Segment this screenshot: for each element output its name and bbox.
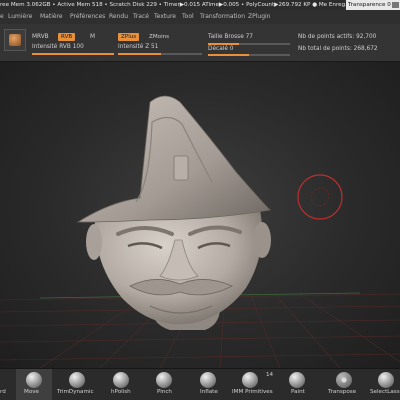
menu-item-preferences[interactable]: Préférences (70, 10, 105, 24)
pinch-brush-icon (156, 372, 172, 388)
trimdynamic-brush-icon (69, 372, 85, 388)
brush-pinch[interactable]: Pinch (146, 369, 182, 400)
active-points-label: Nb de points actifs: 92,700 (298, 34, 377, 40)
draw-size-label: Taille Brosse 77 (208, 34, 253, 40)
menu-item-e[interactable]: e (0, 10, 4, 24)
brush-shelf: rd Move TrimDynamic hPolish Pinch Inflat… (0, 368, 400, 400)
viewport-scene (0, 95, 400, 368)
hpolish-brush-icon (113, 372, 129, 388)
mrgb-toggle[interactable]: MRVB (32, 33, 49, 41)
z-intensity-slider[interactable] (118, 53, 202, 55)
brush-label: Paint (291, 389, 305, 395)
imm-primitives-brush-icon (242, 372, 258, 388)
brush-label: hPolish (111, 389, 131, 395)
menu-bar: e Lumière Matière Préférences Rendu Trac… (0, 10, 400, 24)
tool-shelf: MRVB RVB M ZPlus ZMoins Intensité RVB 10… (0, 24, 400, 62)
menu-item-render[interactable]: Rendu (109, 10, 128, 24)
inflate-brush-icon (200, 372, 216, 388)
m-toggle[interactable]: M (90, 33, 95, 41)
transpose-brush-icon (336, 372, 352, 388)
brush-label: Transpose (328, 389, 357, 395)
z-intensity-fill (118, 53, 161, 55)
z-intensity-label: Intensité Z 51 (118, 44, 159, 50)
canvas-viewport[interactable] (0, 62, 400, 368)
menu-item-light[interactable]: Lumière (8, 10, 32, 24)
brush-label: Move (24, 389, 40, 395)
menu-item-zplugin[interactable]: ZPlugin (248, 10, 270, 24)
zbrush-window: ree Mem 3.062GB • Active Mem 518 • Scrat… (0, 0, 400, 400)
total-points-label: Nb total de points: 268,672 (298, 46, 378, 52)
rgb-intensity-slider[interactable] (32, 53, 114, 55)
status-bar: ree Mem 3.062GB • Active Mem 518 • Scrat… (0, 0, 400, 10)
transparency-knob[interactable] (392, 2, 399, 8)
paint-brush-icon (289, 372, 305, 388)
selectlasso-brush-icon (378, 372, 394, 388)
zadd-toggle[interactable]: ZPlus (118, 33, 140, 41)
left-ear (86, 224, 102, 260)
hat-cockade (173, 155, 189, 181)
focal-shift-fill (208, 54, 249, 56)
brush-label: Inflate (200, 389, 218, 395)
status-text: ree Mem 3.062GB • Active Mem 518 • Scrat… (0, 2, 368, 8)
brush-cursor-ring (297, 174, 343, 220)
transparency-control[interactable]: Transparence 0 (346, 0, 400, 10)
brush-inflate[interactable]: Inflate (190, 369, 226, 400)
brush-transpose[interactable]: Transpose (324, 369, 364, 400)
rgb-intensity-label: Intensité RVB 100 (32, 44, 84, 50)
brush-trimdynamic[interactable]: TrimDynamic (55, 369, 99, 400)
brush-hpolish[interactable]: hPolish (103, 369, 139, 400)
brush-label: SelectLasso (370, 389, 400, 395)
menu-item-texture[interactable]: Texture (154, 10, 176, 24)
rgb-intensity-fill (32, 53, 114, 55)
brush-move[interactable]: Move (16, 369, 52, 400)
material-icon[interactable] (4, 29, 26, 51)
brush-label: TrimDynamic (57, 389, 94, 395)
brush-paint[interactable]: Paint (282, 369, 312, 400)
zsub-toggle[interactable]: ZMoins (146, 33, 172, 41)
rgb-toggle[interactable]: RVB (58, 33, 76, 41)
menu-item-transformation[interactable]: Transformation (200, 10, 245, 24)
brush-selectlasso[interactable]: SelectLasso (368, 369, 400, 400)
menu-item-material[interactable]: Matière (40, 10, 63, 24)
menu-item-stroke[interactable]: Tracé (133, 10, 149, 24)
brush-label: rd (0, 389, 6, 395)
move-brush-icon (26, 372, 42, 388)
focal-shift-label: Décalé 0 (208, 46, 234, 52)
focal-shift-slider[interactable] (208, 54, 290, 56)
brush-cursor-inner (310, 187, 330, 207)
right-ear (253, 222, 271, 258)
brush-draw[interactable]: rd (0, 369, 16, 400)
transparency-label: Transparence 0 (348, 2, 391, 8)
material-swatch (9, 34, 21, 46)
imm-count: 14 (266, 372, 274, 378)
brush-imm-primitives[interactable]: 14 IMM Primitives (228, 369, 278, 400)
brush-label: IMM Primitives (232, 389, 273, 395)
brush-label: Pinch (157, 389, 172, 395)
menu-item-tool[interactable]: Tool (182, 10, 194, 24)
